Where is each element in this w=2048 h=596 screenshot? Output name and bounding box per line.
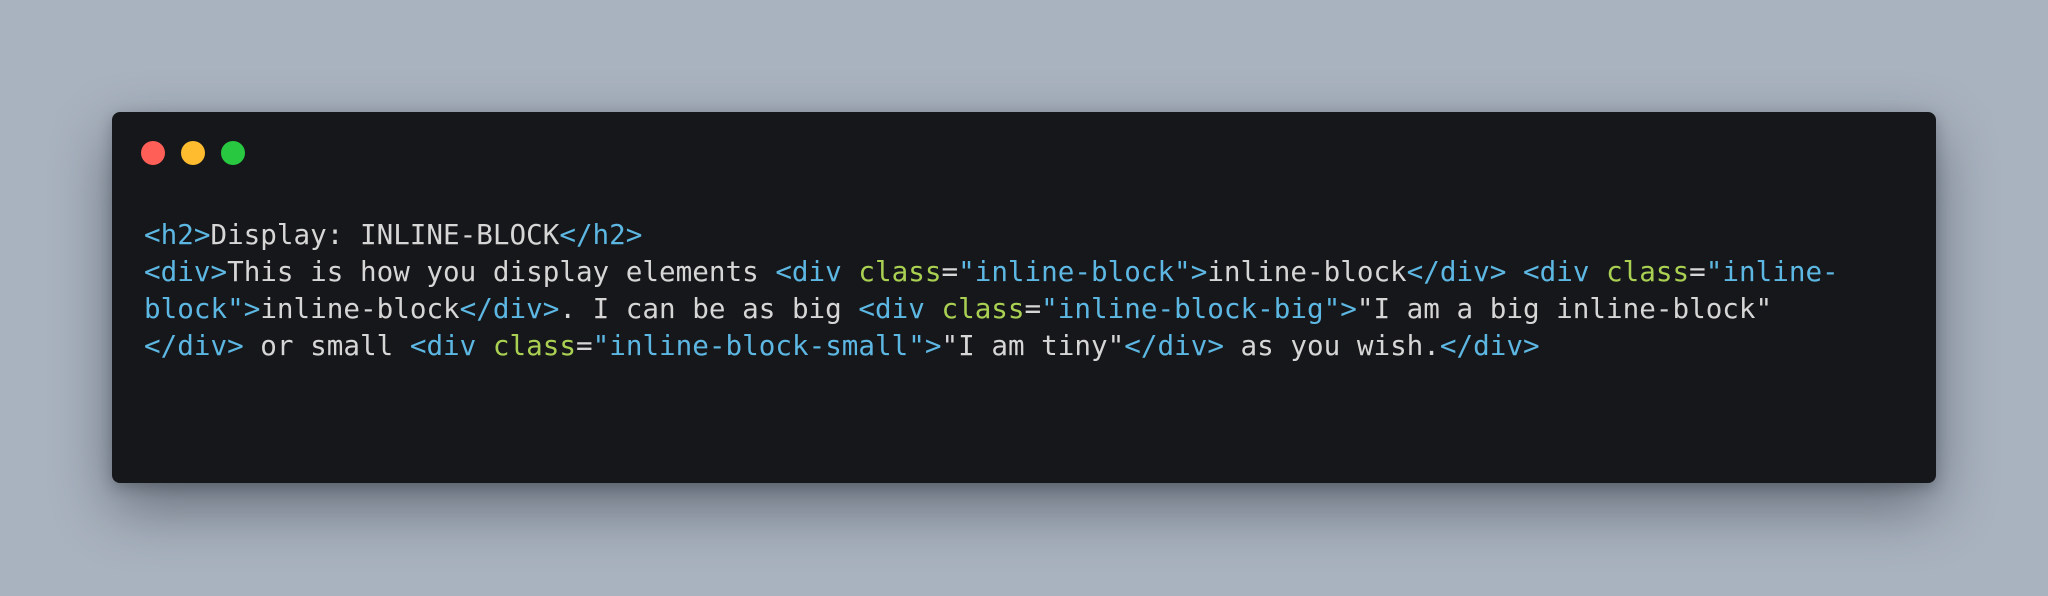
code-tag: </div> — [1124, 329, 1224, 362]
code-text: This is how you display elements — [227, 255, 776, 288]
code-tag: > — [924, 329, 942, 362]
code-attribute: class — [941, 292, 1025, 325]
code-line: <h2>Display: INLINE-BLOCK</h2> — [144, 216, 1904, 253]
code-tag: </div> — [144, 329, 244, 362]
code-tag: <div — [775, 255, 859, 288]
zoom-window-icon[interactable] — [221, 141, 245, 165]
code-punctuation: = — [575, 329, 593, 362]
code-block[interactable]: <h2>Display: INLINE-BLOCK</h2> <div>This … — [144, 216, 1904, 364]
code-line: block">inline-block</div>. I can be as b… — [144, 290, 1904, 327]
code-tag: </div> — [1439, 329, 1540, 362]
code-line: </div> or small <div class="inline-block… — [144, 327, 1904, 364]
code-text: inline-block — [260, 292, 460, 325]
code-string: block" — [144, 292, 244, 325]
code-punctuation: = — [1024, 292, 1042, 325]
code-tag: > — [1340, 292, 1357, 325]
close-window-icon[interactable] — [141, 141, 165, 165]
code-window: <h2>Display: INLINE-BLOCK</h2> <div>This … — [112, 112, 1936, 483]
code-attribute: class — [1606, 255, 1690, 288]
code-string: "inline-block" — [958, 255, 1191, 288]
code-string: "inline-block-big" — [1041, 292, 1341, 325]
code-tag: <div — [1522, 255, 1607, 288]
code-tag: </div> — [1406, 255, 1507, 288]
minimize-window-icon[interactable] — [181, 141, 205, 165]
code-attribute: class — [858, 255, 942, 288]
code-text: Display: INLINE-BLOCK — [210, 218, 560, 251]
window-controls — [141, 141, 245, 165]
code-tag: <div> — [144, 255, 228, 288]
code-tag: <h2> — [144, 218, 211, 251]
code-text: inline-block — [1207, 255, 1407, 288]
code-string: "inline- — [1705, 255, 1839, 288]
code-text: "I am tiny" — [941, 329, 1125, 362]
code-tag: </div> — [459, 292, 560, 325]
code-text: or small — [243, 329, 410, 362]
code-tag: <div — [858, 292, 942, 325]
code-tag: > — [1190, 255, 1208, 288]
code-tag: <div — [409, 329, 493, 362]
code-string: "inline-block-small" — [592, 329, 925, 362]
code-line: <div>This is how you display elements <d… — [144, 253, 1904, 290]
code-attribute: class — [492, 329, 576, 362]
code-tag: > — [243, 292, 261, 325]
code-text: . I can be as big — [559, 292, 859, 325]
code-punctuation: = — [941, 255, 959, 288]
code-tag: </h2> — [559, 218, 643, 251]
code-text: as you wish. — [1223, 329, 1440, 362]
code-punctuation: = — [1689, 255, 1706, 288]
code-text: "I am a big inline-block" — [1356, 292, 1773, 325]
